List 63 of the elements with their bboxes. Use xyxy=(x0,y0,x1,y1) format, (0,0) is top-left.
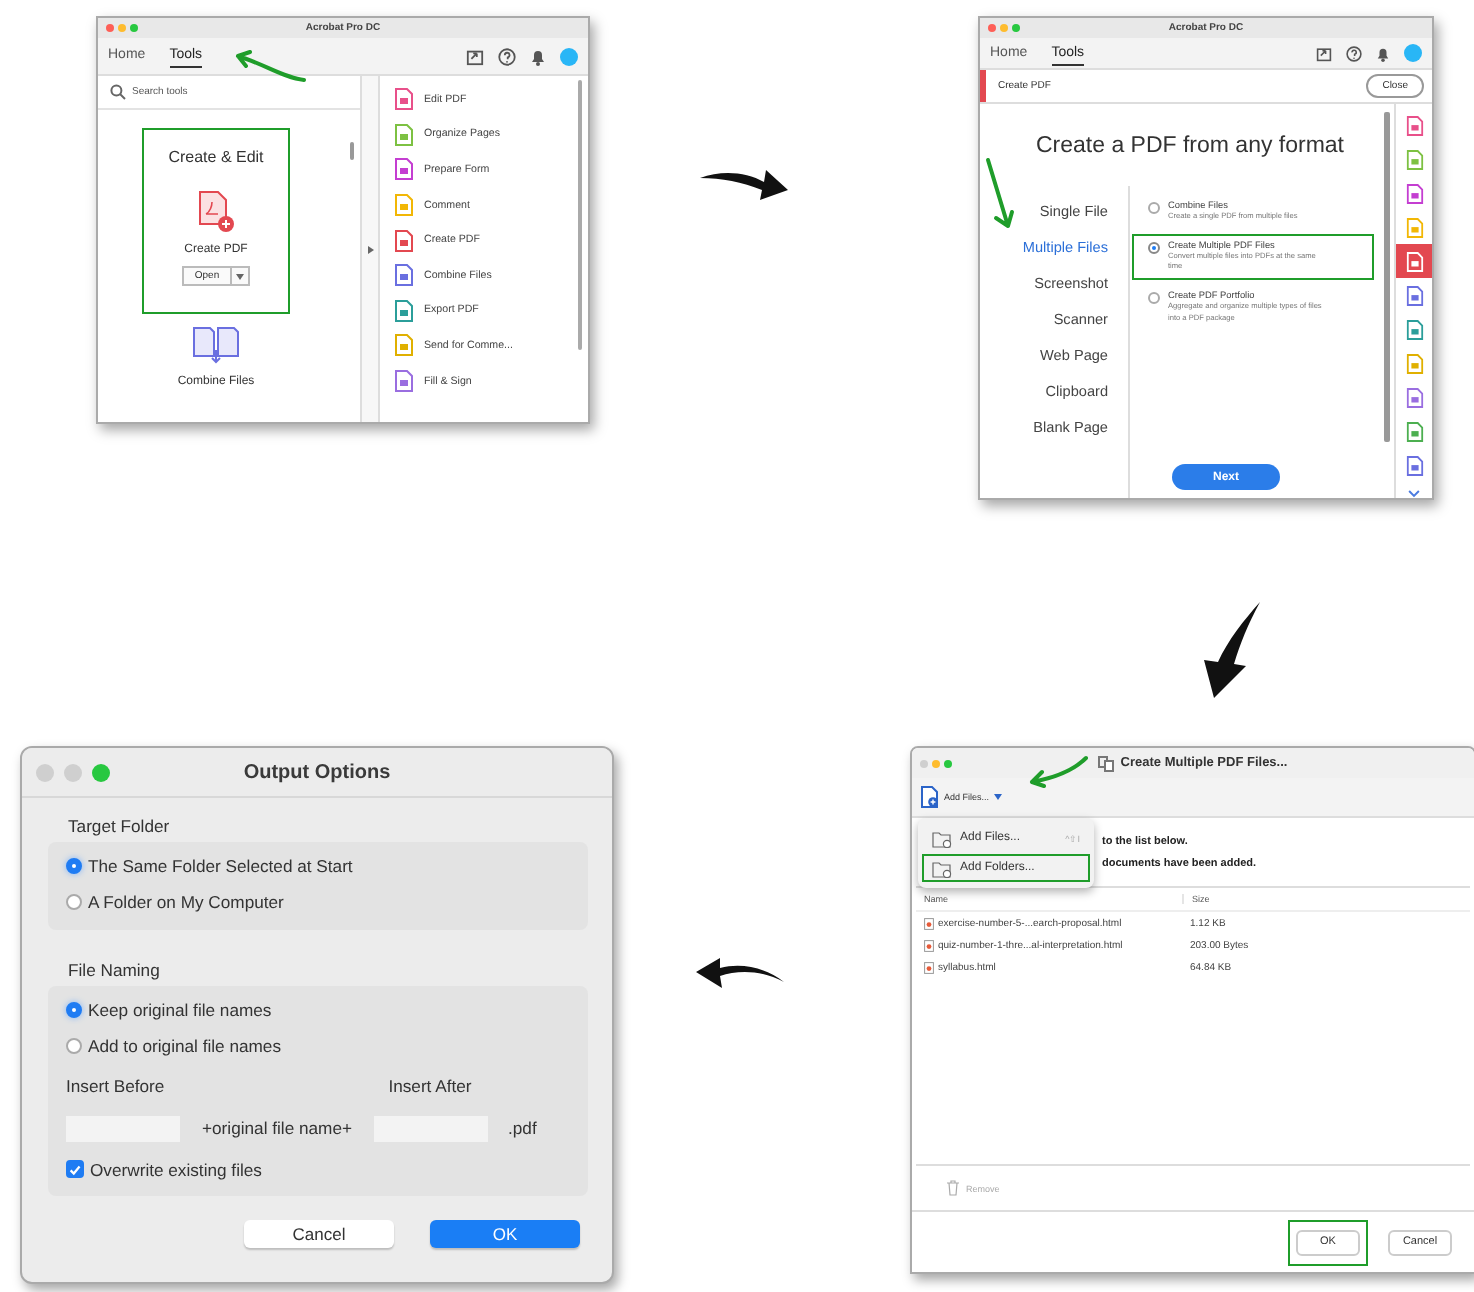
radio-button[interactable] xyxy=(66,1002,82,1018)
field-label: Insert After xyxy=(388,1076,472,1096)
avatar[interactable] xyxy=(560,47,578,65)
search-icon xyxy=(110,84,126,100)
checkbox[interactable] xyxy=(66,1160,84,1178)
radio-button[interactable] xyxy=(1148,202,1160,214)
zoom-light[interactable] xyxy=(92,763,110,781)
minimize-light[interactable] xyxy=(1000,24,1008,32)
folder-plus-icon xyxy=(932,859,952,877)
zoom-light[interactable] xyxy=(944,759,952,767)
bell-icon[interactable] xyxy=(530,47,546,65)
heading: Create a PDF from any format xyxy=(1033,134,1347,158)
window-title: Output Options xyxy=(243,761,391,783)
radio-label: The Same Folder Selected at Start xyxy=(88,856,353,876)
radio-button[interactable] xyxy=(1148,242,1160,255)
name-pattern-text: +original file name+ xyxy=(202,1118,353,1138)
minimize-light[interactable] xyxy=(118,24,126,32)
chevron-down-icon[interactable] xyxy=(1408,490,1420,498)
document-icon xyxy=(1405,251,1423,272)
pointer-arrow xyxy=(982,156,1018,232)
dialog-button[interactable]: OK xyxy=(430,1220,580,1248)
avatar[interactable] xyxy=(1404,44,1422,62)
minimize-light[interactable] xyxy=(64,763,82,781)
two-documents-icon[interactable] xyxy=(192,326,240,366)
close-light[interactable] xyxy=(36,763,54,781)
pointer-arrow xyxy=(1026,754,1090,790)
field-label: Insert Before xyxy=(66,1076,165,1096)
close-light[interactable] xyxy=(920,759,928,767)
zoom-light[interactable] xyxy=(130,24,138,32)
radio-button[interactable] xyxy=(1148,292,1160,305)
radio-button[interactable] xyxy=(66,858,82,874)
radio-button[interactable] xyxy=(66,1037,82,1053)
file-icon xyxy=(924,917,934,929)
extension-text: .pdf xyxy=(508,1118,537,1138)
group-label: Target Folder xyxy=(68,816,172,836)
share-icon[interactable] xyxy=(1316,45,1332,61)
minimize-light[interactable] xyxy=(932,759,940,767)
dialog-button[interactable]: Cancel xyxy=(244,1220,394,1248)
close-light[interactable] xyxy=(988,24,996,32)
zoom-light[interactable] xyxy=(1012,24,1020,32)
close-light[interactable] xyxy=(106,24,114,32)
scrollbar[interactable] xyxy=(1384,112,1390,442)
radio-label: A Folder on My Computer xyxy=(88,891,284,911)
bell-icon[interactable] xyxy=(1376,45,1390,61)
checkbox-label: Overwrite existing files xyxy=(90,1159,262,1179)
group-label: File Naming xyxy=(68,960,162,980)
caret-icon xyxy=(235,273,244,279)
card-heading: Create & Edit xyxy=(168,148,264,166)
file-icon xyxy=(924,961,934,973)
rail-tool-button[interactable] xyxy=(1396,244,1432,279)
scrollbar[interactable] xyxy=(578,80,582,350)
radio-button[interactable] xyxy=(66,893,82,909)
triangle-icon[interactable] xyxy=(367,245,373,253)
documents-icon xyxy=(1098,755,1115,771)
radio-label: Keep original file names xyxy=(88,1000,272,1020)
file-icon xyxy=(924,939,934,951)
trash-icon xyxy=(946,1180,960,1196)
scrollbar[interactable] xyxy=(350,142,354,160)
share-icon[interactable] xyxy=(466,47,484,65)
caret-icon xyxy=(993,794,1002,800)
help-icon[interactable] xyxy=(498,47,516,65)
help-icon[interactable] xyxy=(1346,45,1362,61)
radio-label: Add to original file names xyxy=(88,1035,281,1055)
